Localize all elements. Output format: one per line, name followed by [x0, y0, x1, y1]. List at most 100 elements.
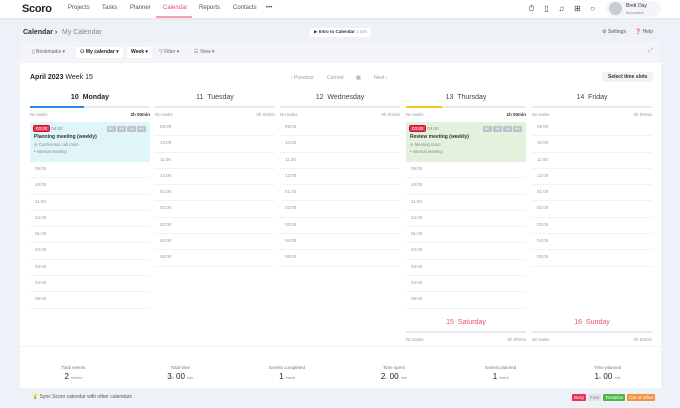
time-slot[interactable]: 09:00	[30, 162, 150, 179]
bookmarks-dropdown[interactable]: ▯ Bookmarks ▾	[28, 47, 69, 58]
time-slot[interactable]: 09:00	[155, 120, 275, 137]
day-name: Sunday	[585, 319, 610, 326]
time-slot[interactable]: 05:00	[155, 250, 275, 267]
nav-reports[interactable]: Reports	[199, 5, 220, 11]
time-slot[interactable]: 02:00	[280, 201, 400, 218]
time-slot[interactable]: 10:00	[532, 136, 652, 153]
dot-icon: •	[410, 149, 412, 154]
next-button[interactable]: Next ›	[374, 75, 387, 81]
time-slot[interactable]: 03:00	[406, 260, 526, 277]
nav-contacts[interactable]: Contacts	[233, 5, 257, 11]
time-slot[interactable]: 01:00	[532, 185, 652, 202]
help-link[interactable]: ❓ Help	[635, 29, 653, 35]
event-card[interactable]: 03:00 04:00 BD JM JN KH Review meeting (week…	[406, 122, 526, 162]
current-button[interactable]: Current	[327, 75, 344, 81]
time-slot[interactable]: 04:00	[30, 276, 150, 293]
time-slot[interactable]: 02:00	[532, 201, 652, 218]
day-header: 11 Tuesday	[155, 94, 275, 104]
time-slot[interactable]: 03:00	[280, 218, 400, 235]
time-slot[interactable]: 05:00	[30, 292, 150, 309]
time-slot[interactable]: 12:00	[30, 211, 150, 228]
time-slot[interactable]: 03:00	[155, 218, 275, 235]
time-slot[interactable]: 10:00	[155, 136, 275, 153]
time-slot[interactable]: 10:00	[30, 178, 150, 195]
user-menu[interactable]: Brett Day Moonshot	[606, 1, 661, 17]
select-time-slots-button[interactable]: Select time slots	[602, 72, 654, 82]
time-slot[interactable]: 11:00	[406, 195, 526, 211]
time-slot[interactable]: 01:00	[155, 185, 275, 202]
time-slot[interactable]: 04:00	[280, 234, 400, 251]
day-column-monday[interactable]: 10 Monday No tasks 2h 00min 03:00 04:00 BD J…	[30, 94, 150, 309]
day-column-tuesday[interactable]: 11 Tuesday No tasks 0h 00min 09:00 10:00 11:0…	[155, 94, 275, 267]
day-column-wednesday[interactable]: 12 Wednesday No tasks 0h 00min 09:00 10:00 11…	[280, 94, 400, 267]
day-underline	[406, 331, 526, 333]
bookmark-icon[interactable]: ▯	[542, 4, 551, 13]
time-slot[interactable]: 01:00	[30, 227, 150, 244]
bell-icon[interactable]: ♫	[557, 4, 566, 13]
previous-button[interactable]: ‹ Previous	[291, 75, 314, 81]
time-slot[interactable]: 05:00	[280, 250, 400, 267]
stat-unit: event	[499, 376, 509, 380]
event-card[interactable]: 03:00 04:00 BD JM JN KH Planning meeting (we…	[30, 122, 150, 162]
day-column-sunday[interactable]: 16 Sunday No tasks 0h 00min	[532, 319, 652, 345]
stat-value: 1	[492, 372, 498, 381]
plus-square-icon[interactable]: ⊞	[573, 4, 582, 13]
day-column-thursday[interactable]: 13 Thursday No tasks 1h 00min 03:00 04:00 B…	[406, 94, 526, 309]
intro-label: Intro to Calendar	[318, 29, 355, 34]
timer-icon[interactable]: ⏱	[527, 4, 536, 13]
calendar-card: ▯ Bookmarks ▾ ⚇ My calendar ▾ Week ▾ ▽ F…	[20, 42, 661, 388]
time-slot[interactable]: 11:00	[155, 153, 275, 169]
tasks-label: No tasks	[155, 112, 173, 117]
time-slot[interactable]: 12:00	[280, 169, 400, 186]
week-dropdown[interactable]: Week ▾	[127, 47, 152, 58]
time-slot[interactable]: 02:00	[406, 243, 526, 260]
time-slot[interactable]: 09:00	[532, 120, 652, 137]
time-slot[interactable]: 05:00	[406, 292, 526, 309]
time-slot[interactable]: 01:00	[280, 185, 400, 202]
my-calendar-label: My calendar	[85, 49, 115, 55]
date-picker-icon[interactable]: ▦	[356, 75, 361, 81]
time-slot[interactable]: 12:00	[406, 211, 526, 228]
nav-calendar[interactable]: Calendar	[163, 5, 187, 11]
nav-tasks[interactable]: Tasks	[102, 5, 117, 11]
expand-icon[interactable]: ⤢	[648, 48, 653, 55]
scoro-logo[interactable]: Scoro	[22, 3, 52, 15]
tasks-label: No tasks	[532, 337, 550, 342]
search-icon[interactable]: ○	[588, 4, 597, 13]
time-slot[interactable]: 12:00	[532, 169, 652, 186]
event-location: Meeting room	[414, 142, 441, 147]
time-slot[interactable]: 10:00	[406, 178, 526, 195]
time-slot[interactable]: 04:00	[155, 234, 275, 251]
time-slot[interactable]: 09:00	[406, 162, 526, 179]
intro-video-button[interactable]: ▶ Intro to Calendar 1 min	[310, 28, 372, 37]
time-slot[interactable]: 12:00	[155, 169, 275, 186]
time-slot[interactable]: 01:00	[406, 227, 526, 244]
time-slot[interactable]: 02:00	[155, 201, 275, 218]
stat-item: Total events 2 events	[20, 347, 127, 388]
time-slot[interactable]: 11:00	[280, 153, 400, 169]
time-slot[interactable]: 09:00	[280, 120, 400, 137]
nav-projects[interactable]: Projects	[68, 5, 90, 11]
intro-duration: 1 min	[356, 29, 368, 34]
my-calendar-dropdown[interactable]: ⚇ My calendar ▾	[76, 47, 123, 58]
stat-unit: min	[400, 376, 407, 380]
settings-link[interactable]: ⚙ Settings	[602, 29, 626, 35]
day-column-saturday[interactable]: 15 Saturday No tasks 0h 00min	[406, 319, 526, 345]
time-slot[interactable]: 04:00	[532, 234, 652, 251]
sync-link[interactable]: 💡 Sync Scoro calendar with other calenda…	[32, 394, 132, 400]
filter-dropdown[interactable]: ▽ Filter ▾	[155, 47, 183, 58]
event-start: 03:00	[32, 125, 51, 132]
time-slot[interactable]: 11:00	[30, 195, 150, 211]
view-dropdown[interactable]: ☷ View ▾	[190, 47, 219, 58]
day-column-friday[interactable]: 14 Friday No tasks 0h 00min 09:00 10:00 11:00…	[532, 94, 652, 267]
time-slot[interactable]: 04:00	[406, 276, 526, 293]
time-slot[interactable]: 11:00	[532, 153, 652, 169]
breadcrumb-root[interactable]: Calendar ›	[23, 29, 57, 36]
time-slot[interactable]: 03:00	[30, 260, 150, 277]
time-slot[interactable]: 03:00	[532, 218, 652, 235]
time-slot[interactable]: 10:00	[280, 136, 400, 153]
nav-planner[interactable]: Planner	[130, 5, 151, 11]
nav-more[interactable]: •••	[266, 5, 272, 11]
time-slot[interactable]: 05:00	[532, 250, 652, 267]
time-slot[interactable]: 02:00	[30, 243, 150, 260]
